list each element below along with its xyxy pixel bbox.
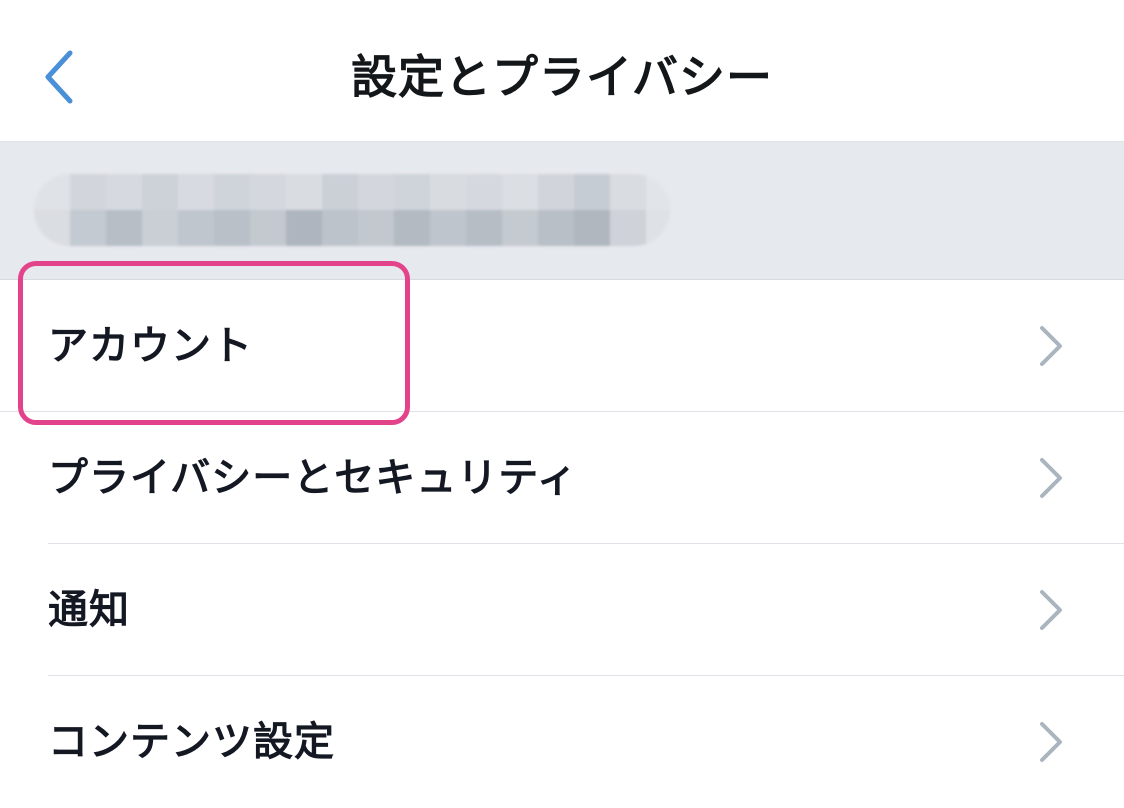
account-header[interactable] (0, 142, 1124, 280)
settings-item-account[interactable]: アカウント (0, 280, 1124, 412)
chevron-right-icon (1040, 590, 1062, 630)
chevron-right-icon (1040, 722, 1062, 762)
chevron-right-icon (1040, 326, 1062, 366)
settings-item-label: プライバシーとセキュリティ (48, 455, 578, 501)
settings-item-label: アカウント (48, 323, 253, 369)
obscured-account-name (34, 174, 670, 246)
settings-item-label: 通知 (48, 587, 130, 633)
settings-list: アカウント プライバシーとセキュリティ 通知 コンテンツ設定 (0, 280, 1124, 808)
settings-item-label: コンテンツ設定 (48, 719, 335, 765)
chevron-right-icon (1040, 458, 1062, 498)
navigation-header: 設定とプライバシー (0, 0, 1124, 142)
settings-item-privacy-security[interactable]: プライバシーとセキュリティ (0, 412, 1124, 544)
settings-item-notifications[interactable]: 通知 (0, 544, 1124, 676)
page-title: 設定とプライバシー (350, 50, 774, 104)
settings-item-content-settings[interactable]: コンテンツ設定 (0, 676, 1124, 808)
